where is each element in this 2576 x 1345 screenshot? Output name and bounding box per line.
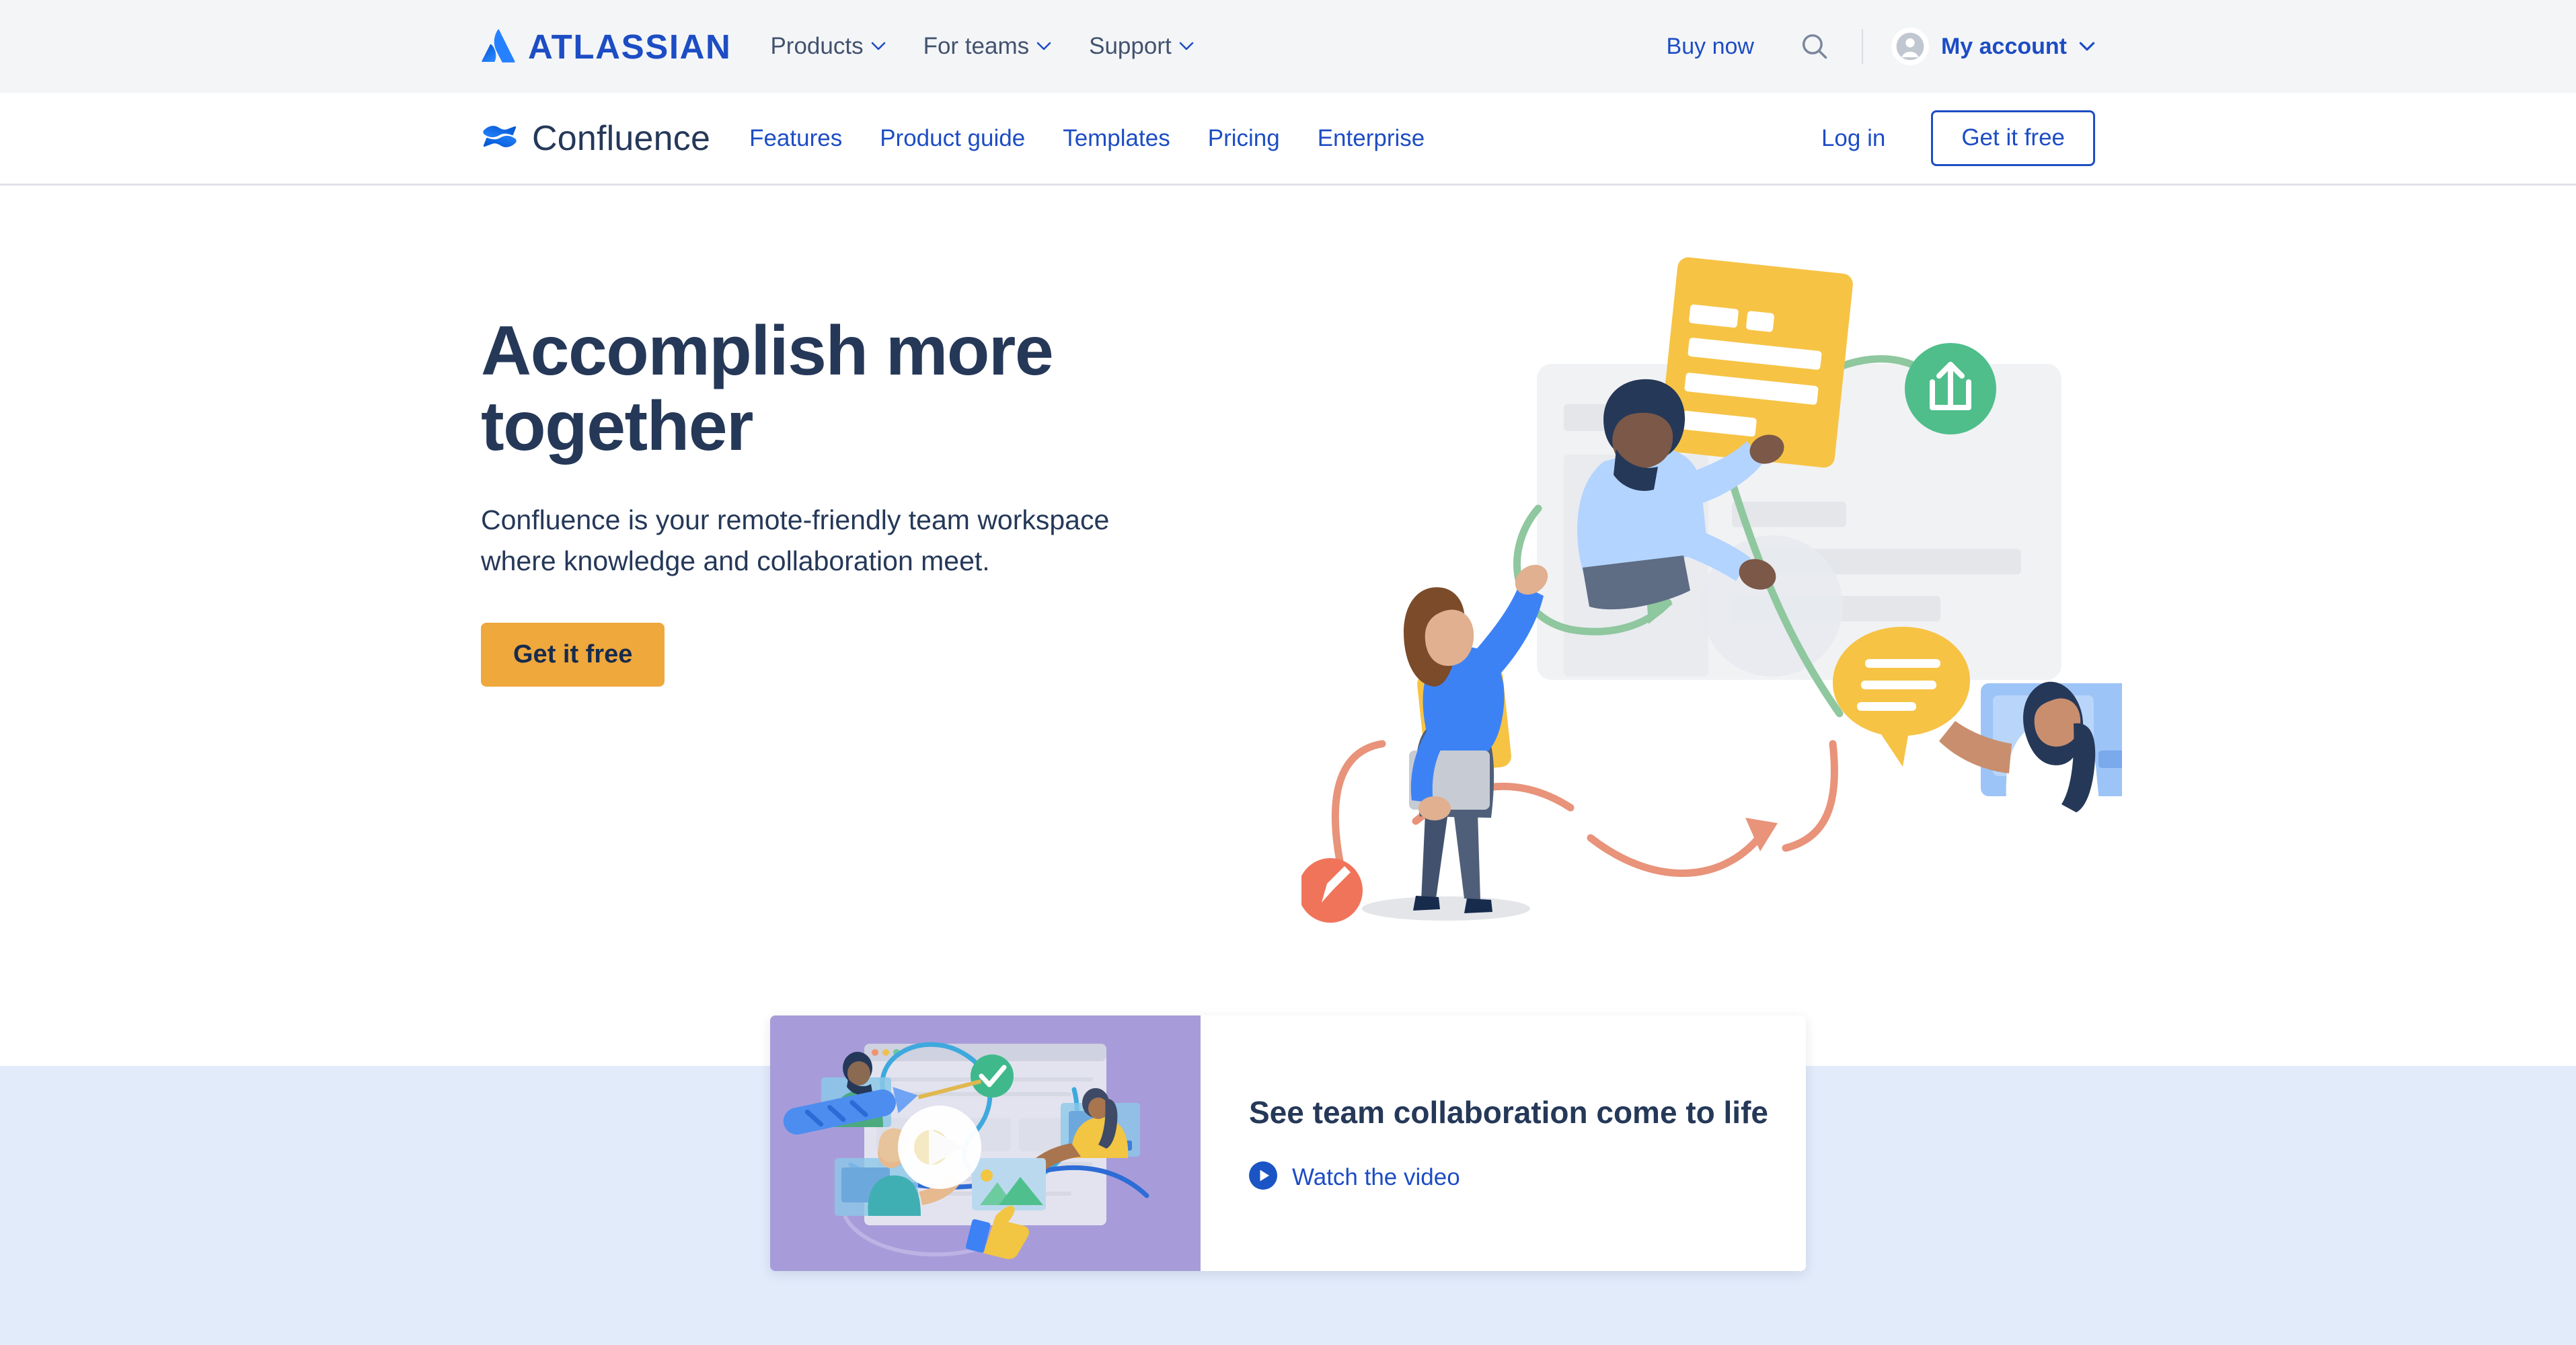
chevron-down-icon: [1036, 42, 1051, 51]
get-it-free-hero-button[interactable]: Get it free: [481, 622, 665, 687]
buy-now-link[interactable]: Buy now: [1667, 34, 1754, 60]
watch-the-video-link[interactable]: Watch the video: [1249, 1161, 1806, 1193]
my-account-menu[interactable]: My account: [1891, 28, 2095, 65]
video-thumbnail-illustration[interactable]: [770, 1015, 1201, 1271]
confluence-wordmark: Confluence: [532, 118, 711, 158]
confluence-nav-bar: Confluence Features Product guide Templa…: [0, 93, 2576, 186]
chevron-down-icon: [871, 42, 886, 51]
confluence-logo-icon: [481, 118, 519, 159]
atlassian-primary-nav: Products For teams Support: [770, 33, 1194, 60]
nav-item-support[interactable]: Support: [1089, 33, 1194, 60]
confluence-links: Features Product guide Templates Pricing…: [749, 125, 1425, 152]
atlassian-utility-nav: Buy now My account: [1667, 0, 2095, 93]
video-card-title: See team collaboration come to life: [1249, 1094, 1768, 1130]
divider: [1861, 29, 1863, 64]
hero-section: Accomplish more together Confluence is y…: [0, 186, 2576, 1066]
nav-item-for-teams[interactable]: For teams: [923, 33, 1052, 60]
atlassian-logo-icon: [481, 29, 516, 64]
nav-link-features[interactable]: Features: [749, 125, 842, 152]
atlassian-wordmark: ATLASSIAN: [528, 27, 732, 66]
my-account-label: My account: [1940, 33, 2067, 59]
atlassian-logo[interactable]: ATLASSIAN: [481, 29, 731, 64]
nav-item-for-teams-label: For teams: [923, 33, 1030, 59]
confluence-logo[interactable]: Confluence: [481, 118, 710, 159]
chevron-down-icon: [2079, 42, 2095, 52]
nav-link-product-guide[interactable]: Product guide: [880, 125, 1025, 152]
chevron-down-icon: [1179, 42, 1194, 51]
nav-item-products[interactable]: Products: [770, 33, 885, 60]
atlassian-top-bar: ATLASSIAN Products For teams Support Buy…: [0, 0, 2576, 93]
nav-link-pricing[interactable]: Pricing: [1208, 125, 1280, 152]
nav-item-products-label: Products: [770, 33, 864, 59]
get-it-free-nav-button[interactable]: Get it free: [1931, 110, 2095, 166]
watch-the-video-label: Watch the video: [1292, 1163, 1460, 1190]
confluence-nav-actions: Log in Get it free: [1821, 93, 2095, 184]
nav-item-support-label: Support: [1089, 33, 1172, 59]
video-card-body: See team collaboration come to life Watc…: [1201, 1015, 1806, 1271]
user-avatar-icon: [1891, 28, 1929, 65]
play-circle-icon: [1249, 1161, 1277, 1193]
nav-link-templates[interactable]: Templates: [1063, 125, 1170, 152]
hero-subtitle: Confluence is your remote-friendly team …: [481, 504, 1110, 577]
nav-link-enterprise[interactable]: Enterprise: [1318, 125, 1425, 152]
hero-copy: Accomplish more together Confluence is y…: [481, 313, 1288, 687]
video-promo-card: See team collaboration come to life Watc…: [770, 1015, 1806, 1271]
log-in-link[interactable]: Log in: [1821, 125, 1885, 152]
search-icon[interactable]: [1796, 28, 1833, 65]
page-title: Accomplish more together: [481, 312, 1054, 466]
team-collaboration-illustration: [1298, 213, 2135, 925]
